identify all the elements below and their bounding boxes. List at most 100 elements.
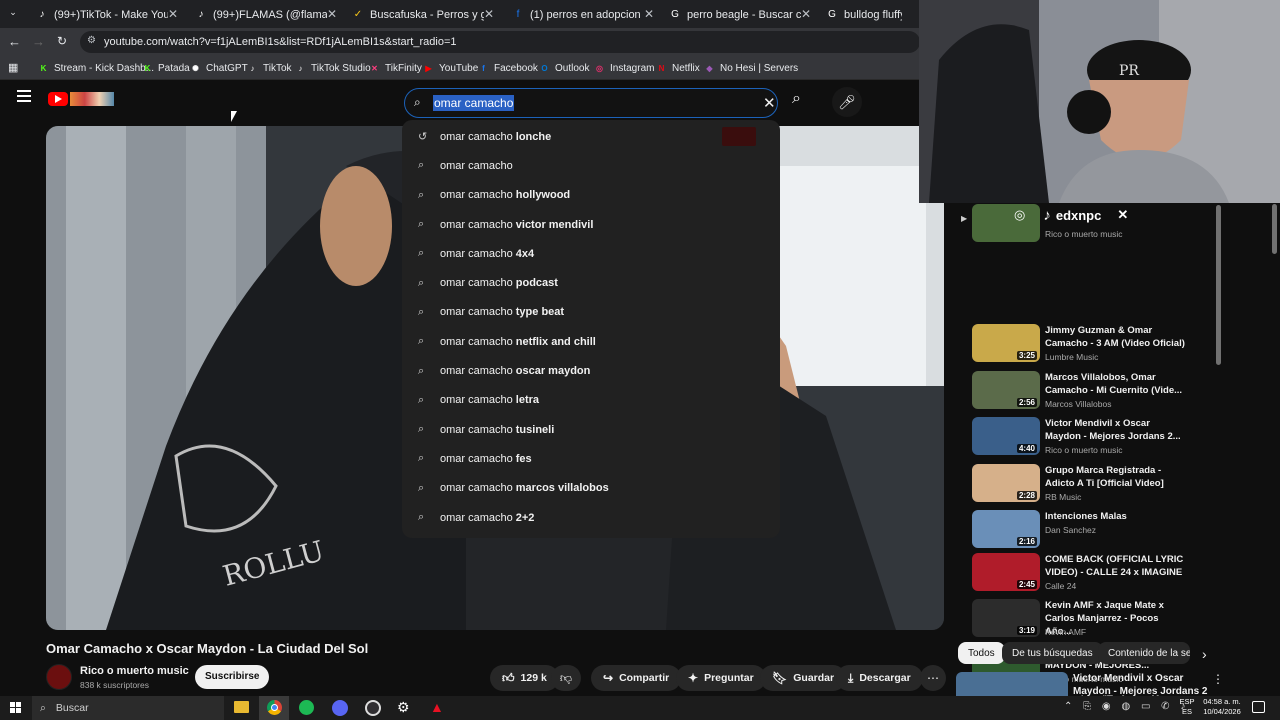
bookmark-item[interactable]: K Patada (142, 60, 190, 76)
discord-icon[interactable] (332, 700, 348, 716)
app-icon[interactable]: ▲ (430, 699, 444, 715)
tab-title: perro beagle - Buscar con Goo (687, 9, 801, 21)
share-button[interactable]: ↪ Compartir (591, 665, 682, 691)
bookmark-item[interactable]: f Facebook (478, 60, 538, 76)
search-suggestion[interactable]: ↺ omar camacho lonche (402, 122, 780, 151)
reload-icon[interactable]: ↻ (57, 34, 67, 48)
browser-tab[interactable]: ♪ (99+)TikTok - Make Your Day✕ (30, 4, 184, 26)
recommendation-item[interactable]: 4:40 Victor Mendivil x Oscar Maydon - Mej… (972, 417, 1212, 461)
search-icon: ⌕ (418, 481, 425, 494)
clear-search-icon[interactable]: ✕ (763, 94, 776, 112)
bookmark-label: Facebook (494, 62, 538, 74)
bookmark-icon: ◆ (706, 63, 713, 73)
tab-title: (99+)FLAMAS (@flamas__) | TikT (213, 9, 327, 21)
voice-search-icon[interactable]: 🎤︎ (832, 87, 862, 117)
search-suggestion[interactable]: ⌕ omar camacho fes (402, 444, 780, 473)
tray-icons[interactable]: ⌃ ⎘ ◉ ◍ ▭ ✆ ♪ (1064, 701, 1189, 712)
bookmark-item[interactable]: ♪ TikTok Studio (295, 60, 371, 76)
search-suggestion[interactable]: ⌕ omar camacho 4x4 (402, 239, 780, 268)
recommendation-item[interactable]: 2:28 Grupo Marca Registrada - Adicto A Ti… (972, 464, 1212, 508)
bookmark-item[interactable]: ▶ YouTube (423, 60, 478, 76)
tab-list-button[interactable]: ⌄ (6, 7, 20, 21)
channel-avatar[interactable] (46, 664, 72, 690)
tab-close-icon[interactable]: ✕ (484, 7, 494, 21)
file-explorer-icon[interactable] (234, 701, 249, 713)
more-options-icon[interactable]: ⋮ (1212, 672, 1222, 686)
search-suggestion[interactable]: ⌕ omar camacho letra (402, 386, 780, 415)
search-suggestion[interactable]: ⌕ omar camacho victor mendivil (402, 210, 780, 239)
tab-close-icon[interactable]: ✕ (168, 7, 178, 21)
browser-tab[interactable]: ♪ (99+)FLAMAS (@flamas__) | TikT✕ (189, 4, 343, 26)
recommendation-item[interactable]: 2:56 Marcos Villalobos, Omar Camacho - Mi… (972, 371, 1212, 415)
recommendation-item[interactable]: 2:45 COME BACK (OFFICIAL LYRIC VIDEO) - C… (972, 553, 1212, 597)
site-info-icon[interactable]: ⚙ (87, 35, 96, 46)
bookmark-item[interactable]: K Stream - Kick Dashb... (38, 60, 154, 76)
more-actions-button[interactable]: ⋯ (920, 665, 946, 691)
obs-icon[interactable] (365, 700, 381, 716)
recommendation-item[interactable]: 2:16 Intenciones Malas Dan Sanchez (972, 510, 1212, 554)
search-suggestion[interactable]: ⌕ omar camacho podcast (402, 268, 780, 297)
search-suggestion[interactable]: ⌕ omar camacho tusineli (402, 415, 780, 444)
search-suggestion[interactable]: ⌕ omar camacho (402, 151, 780, 180)
spotify-icon[interactable] (299, 700, 314, 715)
recommendation-thumbnail: 2:45 (972, 553, 1040, 591)
search-button[interactable]: ⌕ (792, 90, 801, 108)
recommendation-item[interactable]: Victor Mendivil x Oscar Maydon - Mejores… (956, 672, 1222, 696)
search-suggestion[interactable]: ⌕ omar camacho hollywood (402, 181, 780, 210)
subscribe-button[interactable]: Suscribirse (195, 665, 270, 689)
tab-close-icon[interactable]: ✕ (644, 7, 654, 21)
recommendation-item[interactable]: 3:19 Kevin AMF x Jaque Mate x Carlos Manj… (972, 599, 1212, 643)
search-suggestion[interactable]: ⌕ omar camacho marcos villalobos (402, 474, 780, 503)
youtube-logo[interactable] (48, 90, 114, 108)
bookmark-item[interactable]: ✺ ChatGPT (190, 60, 248, 76)
menu-icon[interactable] (17, 90, 31, 102)
search-suggestion[interactable]: ⌕ omar camacho netflix and chill (402, 327, 780, 356)
search-icon: ⌕ (418, 276, 425, 289)
download-button[interactable]: ⤓ Descargar (836, 665, 923, 691)
keyboard-language[interactable]: ESP ES (1176, 697, 1198, 717)
search-suggestion[interactable]: ⌕ omar camacho 2+2 (402, 503, 780, 532)
chrome-icon[interactable] (259, 696, 289, 720)
back-icon[interactable]: ← (8, 34, 21, 49)
bookmark-item[interactable]: O Outlook (539, 60, 589, 76)
bookmark-item[interactable]: ◆ No Hesi | Servers (704, 60, 798, 76)
forward-icon[interactable]: → (32, 34, 45, 49)
bookmark-icon: ▶ (425, 63, 432, 73)
scrollbar[interactable] (1215, 205, 1221, 630)
clock[interactable]: 04:58 a. m. 10/04/2026 (1200, 697, 1244, 717)
apps-grid-icon[interactable]: ▦ (8, 61, 18, 74)
channel-name[interactable]: Rico o muerto music (80, 665, 189, 677)
search-suggestion[interactable]: ⌕ omar camacho type beat (402, 298, 780, 327)
recommendation-thumbnail: 3:19 (972, 599, 1040, 637)
browser-tab[interactable]: Gperro beagle - Buscar con Goo✕ (663, 4, 817, 26)
tab-close-icon[interactable]: ✕ (327, 7, 337, 21)
bookmark-item[interactable]: ✕ TikFinity (369, 60, 422, 76)
search-input[interactable]: ⌕ omar camacho ✕ (404, 88, 778, 118)
chevron-right-icon[interactable]: › (1202, 646, 1207, 662)
chip-contenido[interactable]: Contenido de la ser (1098, 642, 1190, 664)
recommendation-thumbnail: 4:40 (972, 417, 1040, 455)
page-scrollbar[interactable] (1272, 204, 1277, 254)
browser-tab[interactable]: f (1) perros en adopcion - Result✕ (506, 4, 660, 26)
address-bar[interactable]: ⚙ youtube.com/watch?v=f1jALemBI1s&list=R… (80, 31, 920, 53)
bookmark-item[interactable]: ◎ Instagram (594, 60, 654, 76)
settings-icon[interactable]: ⚙ (397, 699, 410, 716)
browser-tab[interactable]: ✓ Buscafuska - Perros y gatos en ...✕ (346, 4, 500, 26)
recommendation-item[interactable]: 3:25 Jimmy Guzman & Omar Camacho - 3 AM (… (972, 324, 1212, 368)
chip-de-tus-busquedas[interactable]: De tus búsquedas (1002, 642, 1103, 664)
bookmark-item[interactable]: ♪ TikTok (247, 60, 292, 76)
chip-todos[interactable]: Todos (958, 642, 1005, 664)
tab-close-icon[interactable]: ✕ (801, 7, 811, 21)
search-suggestion[interactable]: ⌕ omar camacho oscar maydon (402, 356, 780, 385)
notifications-icon[interactable] (1252, 701, 1265, 713)
browser-tab[interactable]: Gbulldog fluffy - Buscar (820, 4, 918, 26)
taskbar-search[interactable]: ⌕ Buscar (32, 696, 224, 720)
windows-start-icon[interactable] (10, 702, 21, 713)
ask-button[interactable]: ✦ Preguntar (676, 665, 766, 691)
bookmark-label: TikTok Studio (311, 62, 371, 74)
save-button[interactable]: 🔖︎ Guardar (760, 665, 847, 691)
bookmark-item[interactable]: N Netflix (656, 60, 700, 76)
dislike-button[interactable]: 👎︎ (551, 665, 581, 691)
like-button[interactable]: 👍︎ 129 k (490, 665, 559, 691)
search-icon: ⌕ (418, 305, 425, 318)
